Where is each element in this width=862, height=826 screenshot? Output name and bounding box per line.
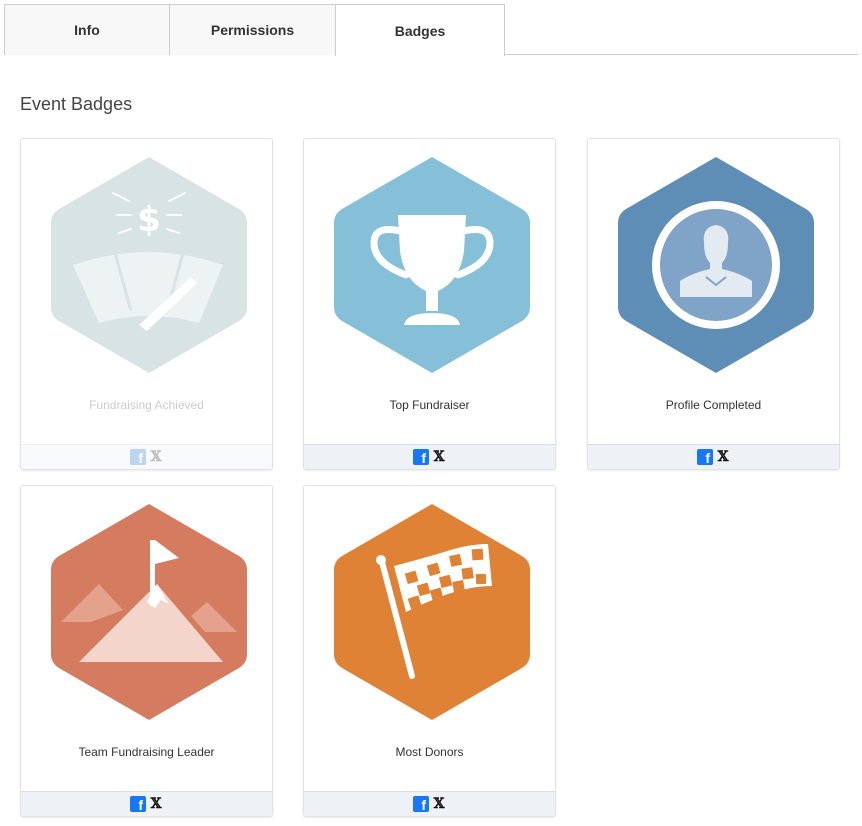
share-bar: f 𝕏 <box>588 444 839 469</box>
tab-permissions[interactable]: Permissions <box>169 4 336 55</box>
section-title: Event Badges <box>20 94 133 114</box>
profile-icon <box>618 157 814 373</box>
badge-card-top-fundraiser: Top Fundraiser f 𝕏 <box>303 138 556 470</box>
facebook-share-icon[interactable]: f <box>413 449 429 465</box>
x-share-icon[interactable]: 𝕏 <box>432 796 446 812</box>
share-bar: f 𝕏 <box>304 791 555 816</box>
badge-card-team-fundraising-leader: Team Fundraising Leader f 𝕏 <box>20 485 273 817</box>
facebook-share-icon[interactable]: f <box>697 449 713 465</box>
trophy-icon <box>334 157 530 373</box>
mountain-flag-icon <box>51 504 247 720</box>
facebook-share-icon[interactable]: f <box>413 796 429 812</box>
speedometer-dollar-icon: $ <box>51 157 247 373</box>
tab-bar: Info Permissions Badges <box>4 4 858 56</box>
badge-name: Fundraising Achieved <box>89 398 204 412</box>
badge-name: Most Donors <box>395 745 464 759</box>
tab-badges[interactable]: Badges <box>335 4 505 56</box>
share-bar: f 𝕏 <box>21 444 272 469</box>
svg-text:$: $ <box>137 200 161 240</box>
badge-name: Team Fundraising Leader <box>78 745 215 759</box>
x-share-icon[interactable]: 𝕏 <box>149 449 163 465</box>
checkered-flag-icon <box>334 504 530 720</box>
x-share-icon[interactable]: 𝕏 <box>149 796 163 812</box>
badge-card-most-donors: Most Donors f 𝕏 <box>303 485 556 817</box>
tab-info[interactable]: Info <box>4 4 170 55</box>
facebook-share-icon[interactable]: f <box>130 449 146 465</box>
badge-name: Top Fundraiser <box>389 398 470 412</box>
facebook-share-icon[interactable]: f <box>130 796 146 812</box>
badge-name: Profile Completed <box>665 398 762 412</box>
badge-card-fundraising-achieved: $ Fundraising Achieved f 𝕏 <box>20 138 273 470</box>
share-bar: f 𝕏 <box>21 791 272 816</box>
x-share-icon[interactable]: 𝕏 <box>716 449 730 465</box>
badge-card-profile-completed: Profile Completed f 𝕏 <box>587 138 840 470</box>
share-bar: f 𝕏 <box>304 444 555 469</box>
x-share-icon[interactable]: 𝕏 <box>432 449 446 465</box>
